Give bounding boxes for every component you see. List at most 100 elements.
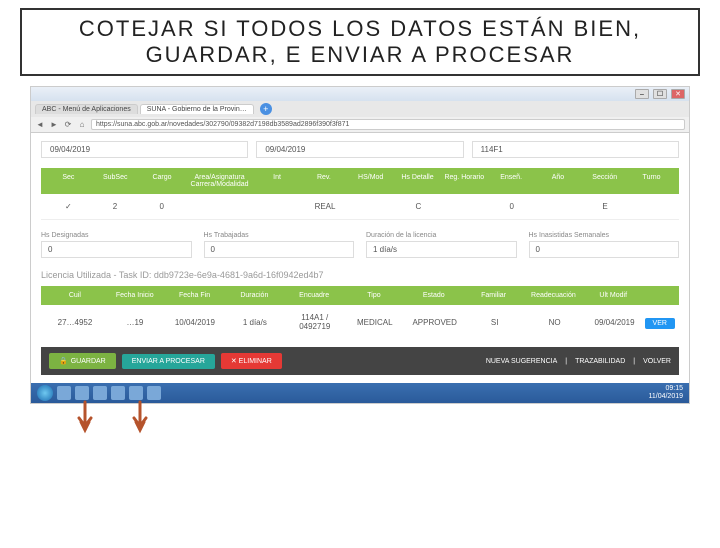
date-field-2[interactable]: 09/04/2019 bbox=[256, 141, 463, 158]
slide-title: COTEJAR SI TODOS LOS DATOS ESTÁN BIEN, G… bbox=[20, 8, 700, 76]
th-subsec: SubSec bbox=[92, 174, 139, 188]
forward-icon[interactable]: ► bbox=[49, 120, 59, 130]
label-duracion: Duración de la licencia bbox=[366, 232, 517, 239]
minimize-button[interactable]: – bbox=[635, 89, 649, 99]
sep: | bbox=[633, 358, 635, 365]
th-ffin: Fecha Fin bbox=[165, 292, 225, 299]
tab-abc[interactable]: ABC - Menú de Aplicaciones bbox=[35, 104, 138, 114]
cell-ano: E bbox=[582, 202, 629, 211]
th-ano: Año bbox=[535, 174, 582, 188]
ver-button[interactable]: VER bbox=[645, 318, 675, 327]
lock-icon: 🔒 bbox=[59, 357, 68, 365]
trazabilidad-link[interactable]: TRAZABILIDAD bbox=[575, 358, 625, 365]
th-action bbox=[643, 292, 675, 299]
annotation-arrow-1 bbox=[75, 400, 95, 435]
th-umod: Ult Modif bbox=[583, 292, 643, 299]
start-button[interactable] bbox=[37, 385, 53, 401]
system-clock[interactable]: 09:15 11/04/2019 bbox=[648, 385, 683, 400]
th-turno: Turno bbox=[628, 174, 675, 188]
cell-tipo: MEDICAL bbox=[345, 318, 405, 327]
check-icon[interactable]: ✓ bbox=[45, 202, 92, 211]
cell-reg: 0 bbox=[488, 202, 535, 211]
input-hs-trabajadas[interactable]: 0 bbox=[204, 241, 355, 258]
input-hs-designadas[interactable]: 0 bbox=[41, 241, 192, 258]
url-input[interactable]: https://suna.abc.gob.ar/novedades/302790… bbox=[91, 119, 685, 130]
cell-ensen bbox=[535, 202, 582, 211]
th-enc: Encuadre bbox=[284, 292, 344, 299]
table-b-header: Cuil Fecha Inicio Fecha Fin Duración Enc… bbox=[41, 286, 679, 305]
code-field[interactable]: 114F1 bbox=[472, 141, 679, 158]
cell-seccion bbox=[628, 202, 675, 211]
cell-finicio: …19 bbox=[105, 318, 165, 327]
cell-umod: 09/04/2019 bbox=[585, 318, 645, 327]
cell-fam: SI bbox=[465, 318, 525, 327]
guardar-button[interactable]: 🔒GUARDAR bbox=[49, 353, 116, 369]
cell-read: NO bbox=[525, 318, 585, 327]
th-read: Readecuación bbox=[524, 292, 584, 299]
cell-rev bbox=[348, 202, 395, 211]
th-rev: Rev. bbox=[300, 174, 347, 188]
cell-subsec: 0 bbox=[138, 202, 185, 211]
task-icon-6[interactable] bbox=[147, 386, 161, 400]
reload-icon[interactable]: ⟳ bbox=[63, 120, 73, 130]
nueva-sugerencia-link[interactable]: NUEVA SUGERENCIA bbox=[486, 358, 557, 365]
top-fields-row: 09/04/2019 09/04/2019 114F1 bbox=[41, 141, 679, 158]
cell-estado: APPROVED bbox=[405, 318, 465, 327]
licencia-task-id: Licencia Utilizada - Task ID: ddb9723e-6… bbox=[41, 270, 679, 280]
table-a-header: Sec SubSec Cargo Area/Asignatura Carrera… bbox=[41, 168, 679, 194]
cell-area bbox=[232, 202, 302, 211]
table-a-row: ✓ 2 0 REAL C 0 E bbox=[41, 194, 679, 220]
label-hs-designadas: Hs Designadas bbox=[41, 232, 192, 239]
th-hsdet: Hs Detalle bbox=[394, 174, 441, 188]
browser-window: – ☐ ✕ ABC - Menú de Aplicaciones SUNA - … bbox=[30, 86, 690, 404]
th-finicio: Fecha Inicio bbox=[105, 292, 165, 299]
cell-hsdet bbox=[442, 202, 489, 211]
cell-dur: 1 día/s bbox=[225, 318, 285, 327]
th-cuil: Cuil bbox=[45, 292, 105, 299]
action-right-links: NUEVA SUGERENCIA | TRAZABILIDAD | VOLVER bbox=[486, 358, 671, 365]
th-reg: Reg. Horario bbox=[441, 174, 488, 188]
task-icon-5[interactable] bbox=[129, 386, 143, 400]
enviar-procesar-button[interactable]: ENVIAR A PROCESAR bbox=[122, 354, 215, 369]
th-cargo: Cargo bbox=[139, 174, 186, 188]
new-tab-button[interactable]: + bbox=[260, 103, 272, 115]
eliminar-button[interactable]: ✕ ELIMINAR bbox=[221, 353, 282, 369]
field-duracion: Duración de la licencia 1 día/s bbox=[366, 232, 517, 258]
table-b-row: 27…4952 …19 10/04/2019 1 día/s 114A1 / 0… bbox=[41, 305, 679, 339]
sep: | bbox=[565, 358, 567, 365]
th-ensen: Enseñ. bbox=[488, 174, 535, 188]
th-int: Int bbox=[254, 174, 301, 188]
label-hs-inasistidas: Hs Inasistidas Semanales bbox=[529, 232, 680, 239]
input-hs-inasistidas[interactable]: 0 bbox=[529, 241, 680, 258]
task-icon-4[interactable] bbox=[111, 386, 125, 400]
th-fam: Familiar bbox=[464, 292, 524, 299]
field-hs-inasistidas: Hs Inasistidas Semanales 0 bbox=[529, 232, 680, 258]
th-estado: Estado bbox=[404, 292, 464, 299]
close-button[interactable]: ✕ bbox=[671, 89, 685, 99]
cell-int: REAL bbox=[302, 202, 349, 211]
maximize-button[interactable]: ☐ bbox=[653, 89, 667, 99]
th-tipo: Tipo bbox=[344, 292, 404, 299]
th-hsmod: HS/Mod bbox=[347, 174, 394, 188]
input-duracion[interactable]: 1 día/s bbox=[366, 241, 517, 258]
cell-enc: 114A1 / 0492719 bbox=[285, 313, 345, 331]
volver-link[interactable]: VOLVER bbox=[643, 358, 671, 365]
date-field-1[interactable]: 09/04/2019 bbox=[41, 141, 248, 158]
tab-suna[interactable]: SUNA - Gobierno de la Provin… bbox=[140, 104, 254, 114]
th-dur: Duración bbox=[224, 292, 284, 299]
cell-hsmod: C bbox=[395, 202, 442, 211]
task-icon-1[interactable] bbox=[57, 386, 71, 400]
cell-ffin: 10/04/2019 bbox=[165, 318, 225, 327]
cell-sec: 2 bbox=[92, 202, 139, 211]
back-icon[interactable]: ◄ bbox=[35, 120, 45, 130]
window-titlebar: – ☐ ✕ bbox=[31, 87, 689, 101]
task-icon-3[interactable] bbox=[93, 386, 107, 400]
page-content: 09/04/2019 09/04/2019 114F1 Sec SubSec C… bbox=[31, 133, 689, 383]
address-bar: ◄ ► ⟳ ⌂ https://suna.abc.gob.ar/novedade… bbox=[31, 117, 689, 133]
th-seccion: Sección bbox=[581, 174, 628, 188]
tab-strip: ABC - Menú de Aplicaciones SUNA - Gobier… bbox=[31, 101, 689, 117]
fields-row: Hs Designadas 0 Hs Trabajadas 0 Duración… bbox=[41, 232, 679, 258]
cell-cuil: 27…4952 bbox=[45, 318, 105, 327]
task-icon-2[interactable] bbox=[75, 386, 89, 400]
home-icon[interactable]: ⌂ bbox=[77, 120, 87, 130]
